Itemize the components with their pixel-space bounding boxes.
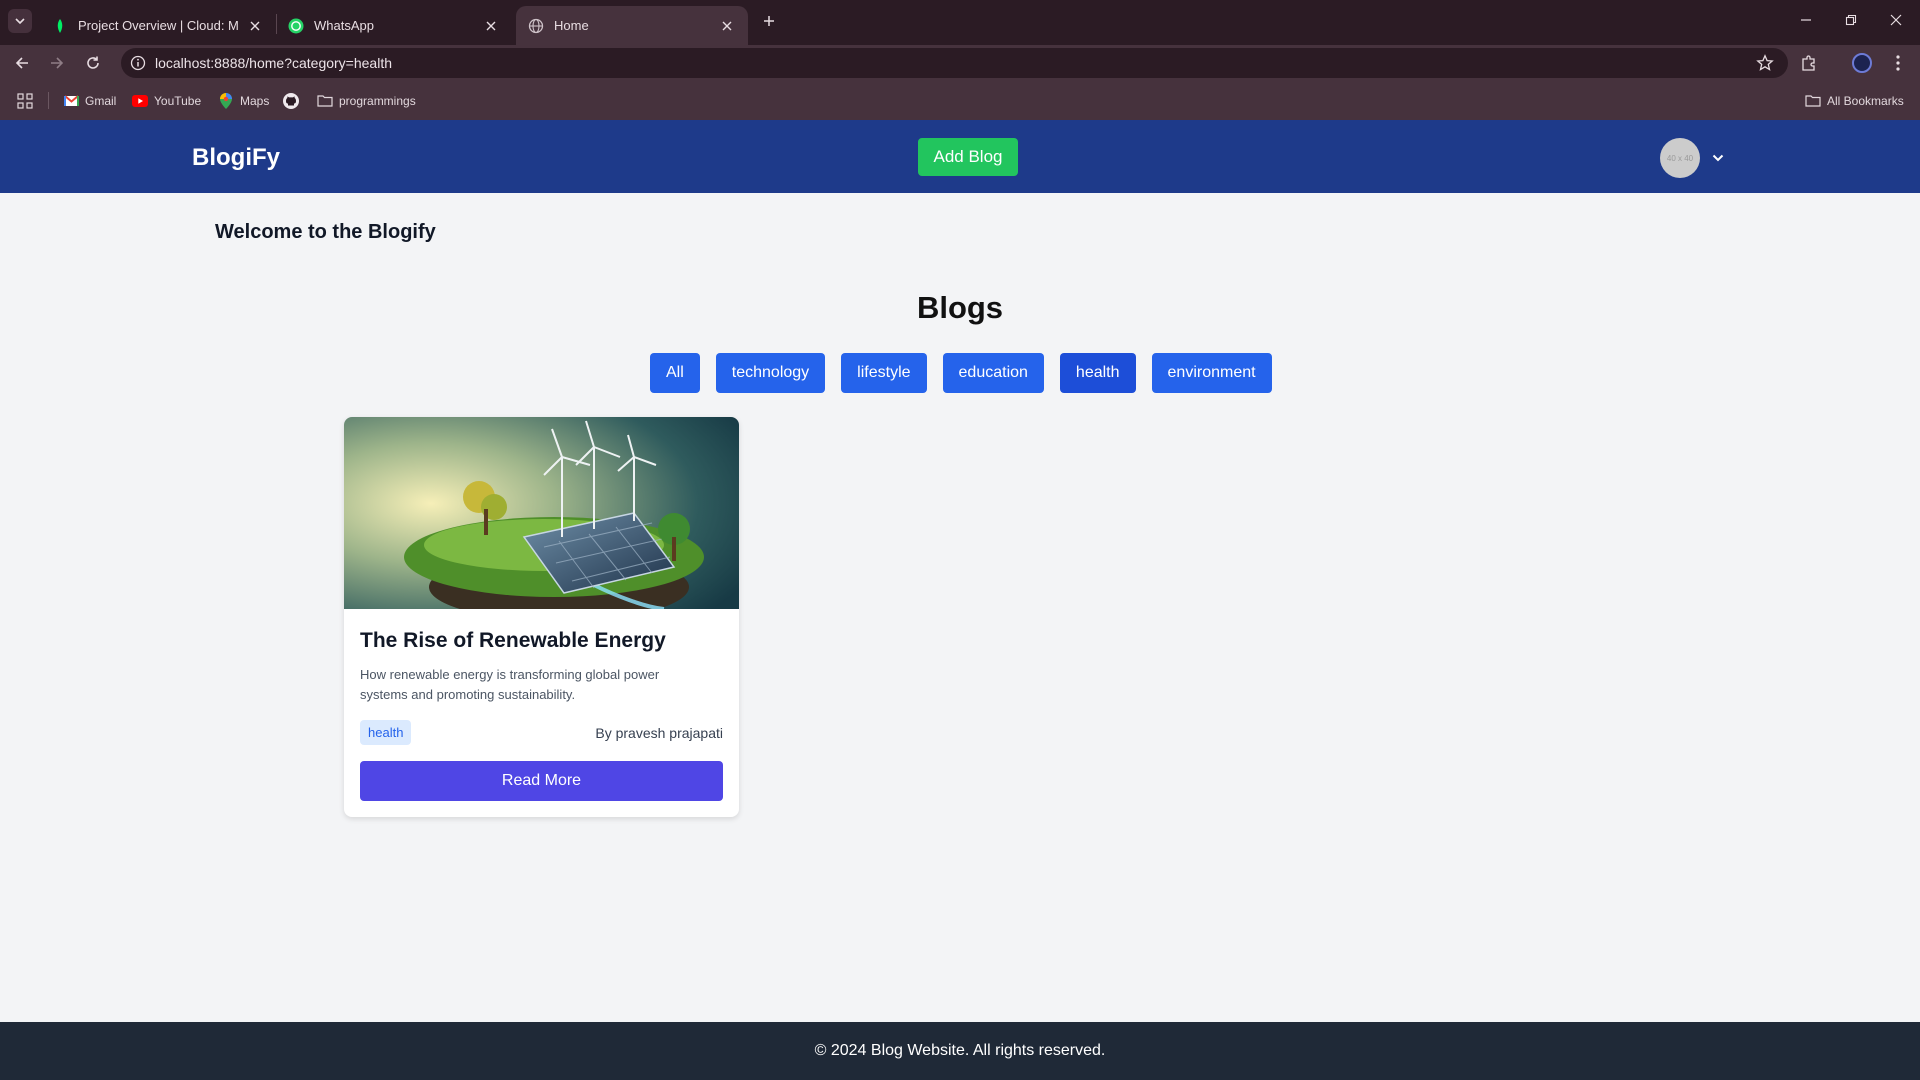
page-title: Blogs — [916, 290, 1004, 325]
tab-home[interactable]: Home — [516, 6, 748, 45]
apps-grid-icon — [17, 92, 33, 109]
close-icon[interactable] — [718, 17, 736, 35]
filter-technology[interactable]: technology — [715, 353, 826, 393]
tab-whatsapp[interactable]: WhatsApp — [280, 6, 508, 45]
site-info-icon[interactable] — [121, 55, 155, 71]
profile-button[interactable] — [1849, 50, 1875, 76]
gmail-icon — [63, 93, 79, 109]
restore-button[interactable] — [1837, 8, 1865, 32]
category-filters: All technology lifestyle education healt… — [650, 353, 1288, 393]
more-vertical-icon — [1896, 55, 1900, 71]
tab-title: Project Overview | Cloud: Mong — [78, 18, 238, 33]
github-icon — [283, 92, 299, 109]
mongodb-leaf-icon — [52, 18, 68, 34]
add-blog-button[interactable]: Add Blog — [918, 138, 1018, 176]
bookmark-label: Maps — [240, 93, 270, 108]
new-tab-button[interactable] — [757, 9, 781, 33]
minimize-icon — [1801, 19, 1811, 21]
blog-meta: health By pravesh prajapati — [360, 720, 723, 745]
puzzle-icon — [1802, 55, 1815, 71]
tab-search-button[interactable] — [8, 9, 32, 33]
filter-environment[interactable]: environment — [1151, 353, 1272, 393]
tab-project-overview[interactable]: Project Overview | Cloud: Mong — [44, 6, 272, 45]
url-text[interactable]: localhost:8888/home?category=health — [155, 55, 392, 71]
blog-card: The Rise of Renewable Energy How renewab… — [344, 417, 739, 817]
browser-tab-bar: Project Overview | Cloud: Mong WhatsApp … — [0, 0, 1920, 45]
user-menu-toggle[interactable] — [1708, 148, 1728, 168]
blog-card-body: The Rise of Renewable Energy How renewab… — [344, 609, 739, 801]
filter-health[interactable]: health — [1059, 353, 1136, 393]
filter-education[interactable]: education — [942, 353, 1044, 393]
plus-icon — [764, 16, 774, 26]
bookmark-label: YouTube — [154, 93, 202, 108]
welcome-heading: Welcome to the Blogify — [215, 221, 436, 243]
tab-separator — [276, 14, 277, 34]
close-icon[interactable] — [246, 17, 264, 35]
browser-toolbar: localhost:8888/home?category=health — [0, 45, 1920, 81]
bookmark-youtube[interactable]: YouTube — [132, 81, 201, 120]
chevron-down-icon — [1712, 154, 1724, 162]
read-more-button[interactable]: Read More — [360, 761, 723, 801]
address-bar[interactable]: localhost:8888/home?category=health — [121, 48, 1788, 78]
maps-pin-icon — [218, 92, 234, 109]
tab-title: Home — [554, 18, 589, 33]
site-header: BlogiFy Add Blog 40 x 40 — [0, 120, 1920, 193]
bookmark-star-icon[interactable] — [1756, 54, 1774, 77]
all-bookmarks[interactable]: All Bookmarks — [1805, 81, 1904, 120]
arrow-left-icon — [15, 57, 28, 69]
close-window-button[interactable] — [1882, 8, 1910, 32]
profile-avatar — [1852, 53, 1872, 73]
whatsapp-icon — [288, 18, 304, 34]
blog-description: How renewable energy is transforming glo… — [360, 667, 660, 702]
all-bookmarks-label: All Bookmarks — [1827, 93, 1904, 108]
arrow-right-icon — [51, 57, 64, 69]
close-icon[interactable] — [482, 17, 500, 35]
tab-title: WhatsApp — [314, 18, 374, 33]
brand-logo[interactable]: BlogiFy — [192, 144, 280, 172]
bookmark-label: Gmail — [85, 93, 117, 108]
menu-button[interactable] — [1885, 50, 1911, 76]
globe-icon — [528, 18, 544, 34]
close-icon — [1890, 14, 1902, 26]
forward-button[interactable] — [44, 50, 70, 76]
bookmark-maps[interactable]: Maps — [218, 81, 269, 120]
reload-button[interactable] — [80, 50, 106, 76]
back-button[interactable] — [9, 50, 35, 76]
blog-author: By pravesh prajapati — [595, 724, 723, 741]
site-footer: © 2024 Blog Website. All rights reserved… — [0, 1022, 1920, 1080]
bookmarks-bar: Gmail YouTube Maps programmings All Book… — [0, 81, 1920, 120]
bookmark-label: programmings — [339, 93, 416, 108]
youtube-icon — [132, 93, 148, 109]
blog-title[interactable]: The Rise of Renewable Energy — [360, 629, 723, 653]
reload-icon — [87, 56, 99, 69]
folder-icon — [317, 93, 333, 109]
blog-card-image — [344, 417, 739, 609]
footer-text: © 2024 Blog Website. All rights reserved… — [814, 1042, 1106, 1059]
category-tag: health — [360, 720, 412, 745]
restore-icon — [1845, 14, 1857, 26]
bookmark-github[interactable] — [283, 81, 305, 120]
filter-all[interactable]: All — [650, 353, 700, 393]
filter-lifestyle[interactable]: lifestyle — [841, 353, 927, 393]
minimize-button[interactable] — [1792, 8, 1820, 32]
apps-button[interactable] — [17, 81, 33, 120]
avatar[interactable]: 40 x 40 — [1660, 138, 1700, 178]
bookmark-separator — [48, 92, 49, 109]
chevron-down-icon — [15, 18, 25, 25]
bookmark-programmings[interactable]: programmings — [317, 81, 416, 120]
bookmark-gmail[interactable]: Gmail — [63, 81, 116, 120]
extensions-button[interactable] — [1796, 50, 1822, 76]
folder-icon — [1805, 93, 1821, 109]
